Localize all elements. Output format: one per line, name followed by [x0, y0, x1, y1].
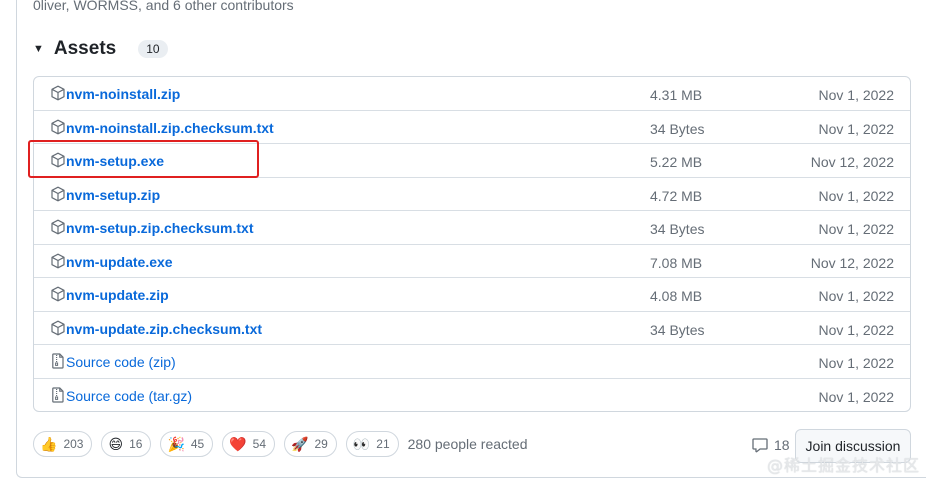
tada-icon: 🎉 [167, 435, 185, 452]
package-icon [50, 219, 66, 235]
asset-row: nvm-update.exe 7.08 MB Nov 12, 2022 [34, 245, 910, 278]
thumbs-up-icon: 👍 [40, 435, 58, 452]
contributors-text: 0liver, WORMSS, and 6 other contributors [33, 0, 294, 13]
asset-size: 4.31 MB [650, 87, 703, 103]
asset-name: nvm-update.exe [66, 253, 173, 270]
asset-date: Nov 1, 2022 [818, 355, 895, 371]
highlight-box [28, 140, 259, 178]
asset-size: 34 Bytes [650, 321, 705, 338]
reacted-summary: 280 people reacted [407, 436, 528, 452]
asset-name: nvm-update.zip [66, 287, 169, 303]
asset-date: Nov 1, 2022 [818, 187, 895, 204]
reaction-button[interactable]: 😄 16 [101, 431, 152, 457]
package-icon [50, 253, 66, 269]
asset-link[interactable]: nvm-update.zip.checksum.txt [66, 321, 262, 337]
file-zip-icon [50, 386, 66, 403]
assets-title: Assets [53, 38, 117, 59]
reaction-button[interactable]: 🎉 45 [160, 431, 214, 457]
asset-row: Source code (zip) Nov 1, 2022 [34, 345, 910, 379]
asset-ext: (tar.gz) [144, 387, 193, 404]
asset-date: Nov 1, 2022 [818, 87, 895, 103]
package-icon [50, 286, 66, 302]
asset-date: Nov 1, 2022 [818, 388, 895, 405]
asset-date: Nov 12, 2022 [810, 154, 894, 170]
reaction-count: 21 [376, 437, 390, 451]
file-zip-icon [50, 353, 66, 369]
package-icon [50, 186, 66, 202]
asset-date: Nov 1, 2022 [818, 221, 895, 237]
comments-count-value: 18 [774, 437, 790, 453]
asset-date: Nov 1, 2022 [818, 120, 895, 137]
asset-name: nvm-setup.zip [66, 186, 161, 203]
package-icon [50, 320, 66, 336]
asset-size: 4.72 MB [650, 187, 703, 204]
asset-row: nvm-setup.zip.checksum.txt 34 Bytes Nov 1,… [34, 211, 910, 245]
asset-row: nvm-setup.zip 4.72 MB Nov 1, 2022 [34, 178, 910, 211]
reaction-button[interactable]: 👀 21 [345, 431, 399, 457]
rocket-icon: 🚀 [291, 435, 309, 452]
asset-link[interactable]: nvm-update.exe [66, 254, 173, 270]
asset-link[interactable]: Source code (tar.gz) [66, 388, 192, 404]
asset-row: nvm-noinstall.zip.checksum.txt 34 Bytes No… [34, 111, 910, 144]
asset-row: Source code (tar.gz) Nov 1, 2022 [34, 379, 910, 412]
asset-row: nvm-update.zip.checksum.txt 34 Bytes Nov 1… [34, 312, 910, 345]
asset-link[interactable]: nvm-noinstall.zip.checksum.txt [66, 120, 274, 136]
comments-count[interactable]: 18 [752, 437, 790, 453]
asset-link[interactable]: nvm-setup.zip [66, 187, 160, 203]
assets-header[interactable]: ▼ Assets 10 [33, 36, 168, 62]
reaction-count: 54 [252, 437, 267, 451]
reaction-count: 203 [63, 437, 84, 451]
assets-table: nvm-noinstall.zip 4.31 MB Nov 1, 2022 nvm-n… [33, 76, 911, 412]
reaction-button[interactable]: 🚀 29 [284, 431, 337, 457]
reaction-button[interactable]: ❤️ 54 [222, 431, 276, 457]
package-icon [50, 85, 66, 101]
assets-count-badge: 10 [138, 40, 168, 58]
reaction-count: 16 [129, 437, 143, 451]
asset-row: nvm-noinstall.zip 4.31 MB Nov 1, 2022 [34, 77, 910, 111]
reactions-bar: 👍 203 😄 16 🎉 45 ❤️ 54 🚀 29 👀 21 280 people reacted [33, 431, 528, 457]
caret-down-icon[interactable]: ▼ [33, 43, 44, 55]
asset-name: nvm-noinstall.zip.checksum.txt [66, 119, 274, 136]
watermark: @稀土掘金技术社区 [766, 456, 920, 475]
asset-size: 34 Bytes [650, 221, 705, 237]
reaction-count: 29 [314, 437, 328, 451]
smile-icon: 😄 [108, 435, 124, 452]
asset-name: nvm-noinstall.zip [66, 86, 181, 102]
asset-date: Nov 1, 2022 [818, 288, 895, 304]
comment-icon [752, 438, 768, 453]
asset-link[interactable]: nvm-noinstall.zip [66, 86, 180, 102]
package-icon [50, 119, 66, 135]
asset-ext: (zip) [144, 354, 176, 370]
asset-size: 34 Bytes [650, 120, 705, 137]
asset-name: nvm-setup.zip.checksum.txt [66, 220, 254, 236]
reaction-count: 45 [190, 437, 205, 451]
asset-link[interactable]: Source code (zip) [66, 354, 176, 370]
asset-name: Source code [66, 387, 145, 404]
eyes-icon: 👀 [352, 435, 371, 452]
asset-link[interactable]: nvm-update.zip [66, 287, 169, 303]
asset-size: 7.08 MB [650, 254, 703, 271]
asset-name: nvm-update.zip.checksum.txt [66, 320, 263, 337]
asset-name: Source code [66, 354, 145, 370]
asset-size: 5.22 MB [650, 154, 703, 170]
reaction-button[interactable]: 👍 203 [33, 431, 93, 457]
heart-icon: ❤️ [229, 435, 247, 452]
asset-row: nvm-update.zip 4.08 MB Nov 1, 2022 [34, 278, 910, 312]
asset-date: Nov 12, 2022 [810, 254, 894, 271]
asset-size: 4.08 MB [650, 288, 703, 304]
asset-date: Nov 1, 2022 [818, 321, 895, 338]
asset-link[interactable]: nvm-setup.zip.checksum.txt [66, 220, 254, 236]
